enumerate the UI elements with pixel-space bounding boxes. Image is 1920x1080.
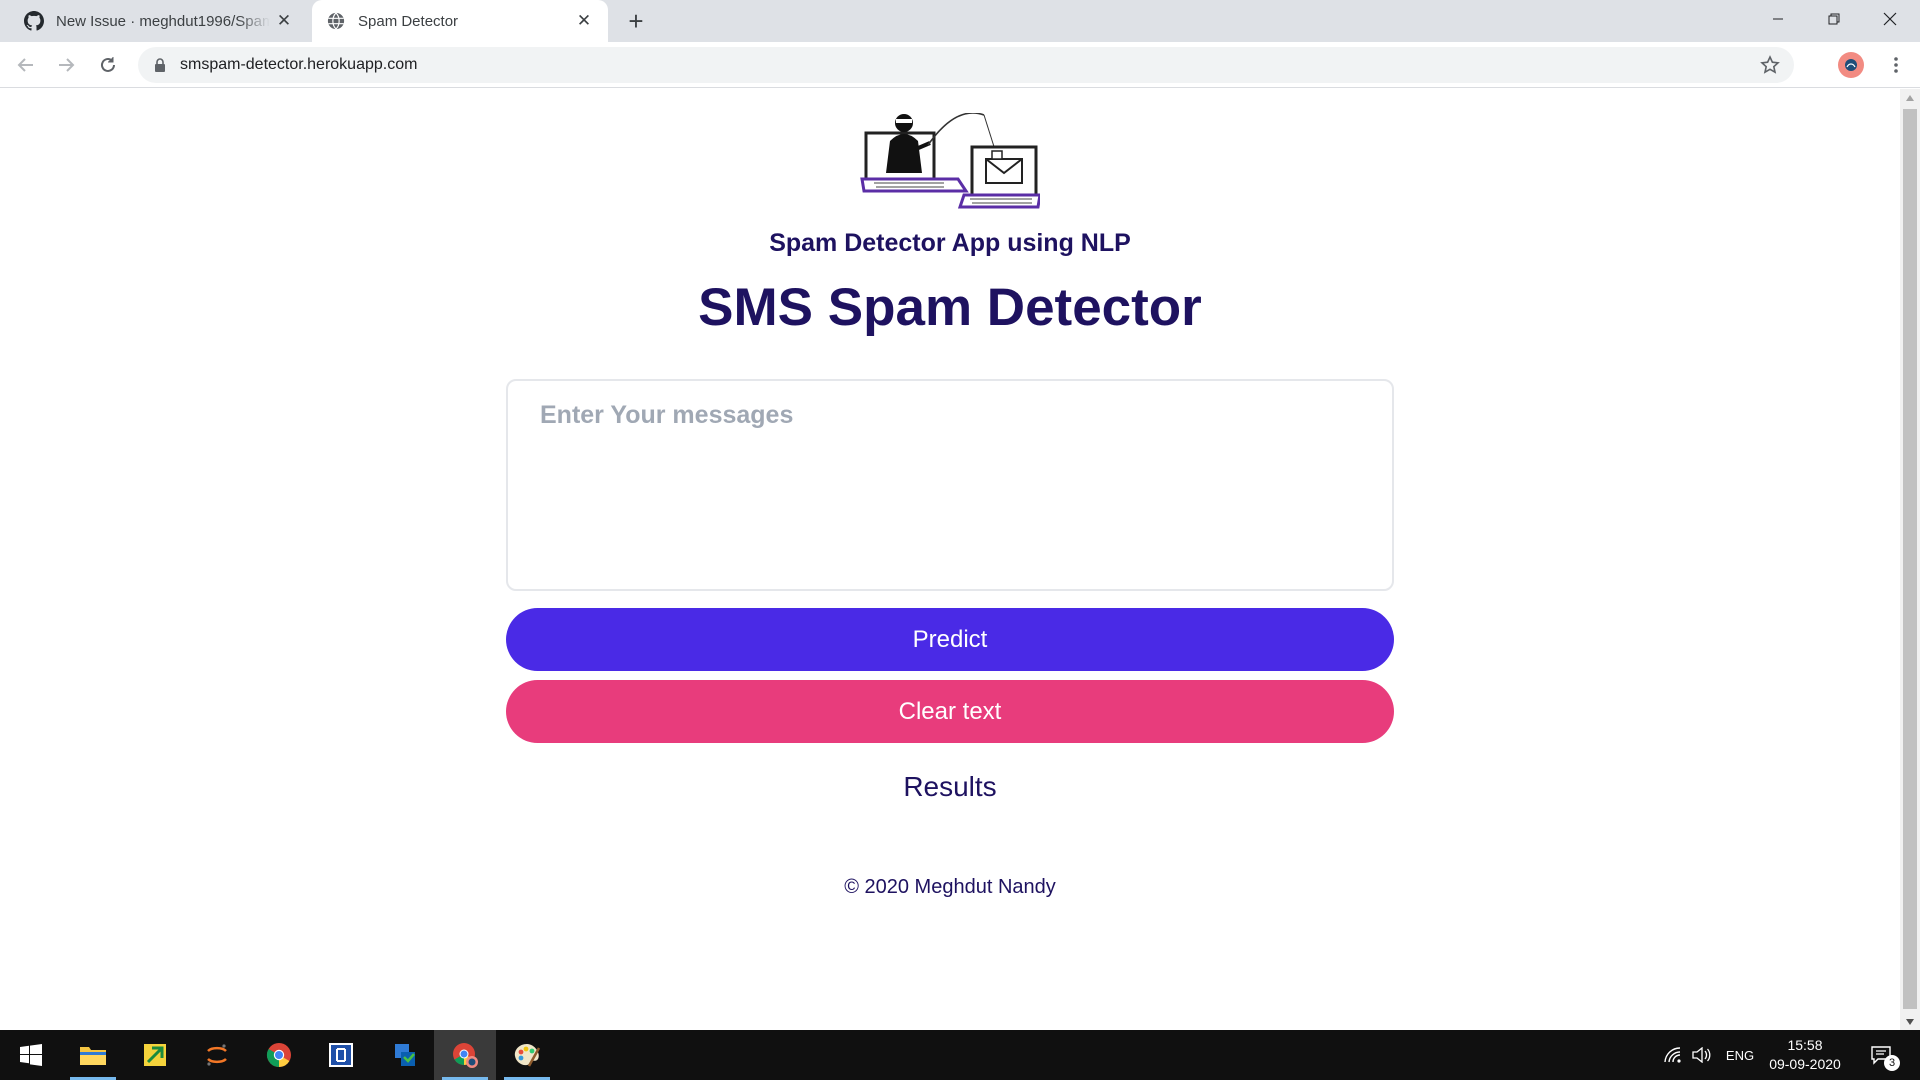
clock-date: 09-09-2020	[1769, 1056, 1841, 1072]
profile-avatar-icon[interactable]	[1838, 52, 1864, 78]
page-viewport: Spam Detector App using NLP SMS Spam Det…	[0, 89, 1900, 1030]
minimize-icon[interactable]	[1750, 0, 1806, 38]
close-icon[interactable]: ✕	[570, 7, 598, 35]
tab-spam-detector[interactable]: Spam Detector ✕	[312, 0, 608, 42]
network-icon[interactable]	[1660, 1030, 1686, 1080]
github-icon	[24, 11, 44, 31]
restore-icon[interactable]	[1806, 0, 1862, 38]
tab-github-issue[interactable]: New Issue · meghdut1996/Spam Detector ✕	[12, 0, 308, 42]
chrome-icon[interactable]	[248, 1030, 310, 1080]
paint-icon[interactable]	[496, 1030, 558, 1080]
more-menu-icon[interactable]	[1880, 49, 1912, 81]
windows-taskbar: ENG 15:58 09-09-2020 3	[0, 1030, 1920, 1080]
file-explorer-icon[interactable]	[62, 1030, 124, 1080]
address-bar[interactable]: smspam-detector.herokuapp.com	[138, 47, 1794, 83]
store-icon[interactable]	[372, 1030, 434, 1080]
footer-copyright: © 2020 Meghdut Nandy	[844, 876, 1056, 898]
results-label: Results	[903, 771, 997, 802]
clock-time: 15:58	[1787, 1037, 1823, 1053]
sticky-app-icon[interactable]	[124, 1030, 186, 1080]
tab-title: Spam Detector	[358, 12, 459, 30]
browser-toolbar: smspam-detector.herokuapp.com	[0, 42, 1920, 88]
browser-tab-bar: New Issue · meghdut1996/Spam Detector ✕ …	[0, 0, 1920, 42]
new-tab-button[interactable]: +	[622, 6, 650, 36]
system-clock[interactable]: 15:58 09-09-2020	[1760, 1036, 1850, 1074]
jupyter-icon[interactable]	[186, 1030, 248, 1080]
language-indicator[interactable]: ENG	[1720, 1030, 1760, 1080]
notification-center-icon[interactable]: 3	[1860, 1030, 1902, 1080]
bookmark-star-icon[interactable]	[1760, 55, 1780, 75]
volume-icon[interactable]	[1688, 1030, 1716, 1080]
chrome-profile-icon[interactable]	[434, 1030, 496, 1080]
page-title: SMS Spam Detector	[698, 278, 1202, 337]
hacker-phishing-logo-icon	[860, 113, 1040, 209]
close-window-icon[interactable]	[1862, 0, 1918, 38]
tab-title: New Issue · meghdut1996/Spam Detector	[56, 12, 270, 30]
app-subtitle: Spam Detector App using NLP	[769, 229, 1131, 257]
lock-icon	[152, 57, 168, 73]
back-arrow-icon[interactable]	[10, 49, 42, 81]
message-input[interactable]	[506, 379, 1394, 591]
notification-count-badge: 3	[1884, 1055, 1900, 1071]
close-icon[interactable]: ✕	[270, 7, 298, 35]
reload-icon[interactable]	[92, 49, 124, 81]
page-scrollbar[interactable]	[1900, 89, 1920, 1030]
forward-arrow-icon[interactable]	[50, 49, 82, 81]
scroll-up-icon[interactable]	[1900, 89, 1920, 106]
vscode-style-icon[interactable]	[310, 1030, 372, 1080]
scrollbar-thumb[interactable]	[1903, 109, 1917, 1009]
url-text: smspam-detector.herokuapp.com	[180, 56, 418, 73]
clear-text-button[interactable]: Clear text	[506, 680, 1394, 743]
predict-button[interactable]: Predict	[506, 608, 1394, 671]
globe-icon	[326, 11, 346, 31]
start-icon[interactable]	[0, 1030, 62, 1080]
scroll-down-icon[interactable]	[1900, 1013, 1920, 1030]
